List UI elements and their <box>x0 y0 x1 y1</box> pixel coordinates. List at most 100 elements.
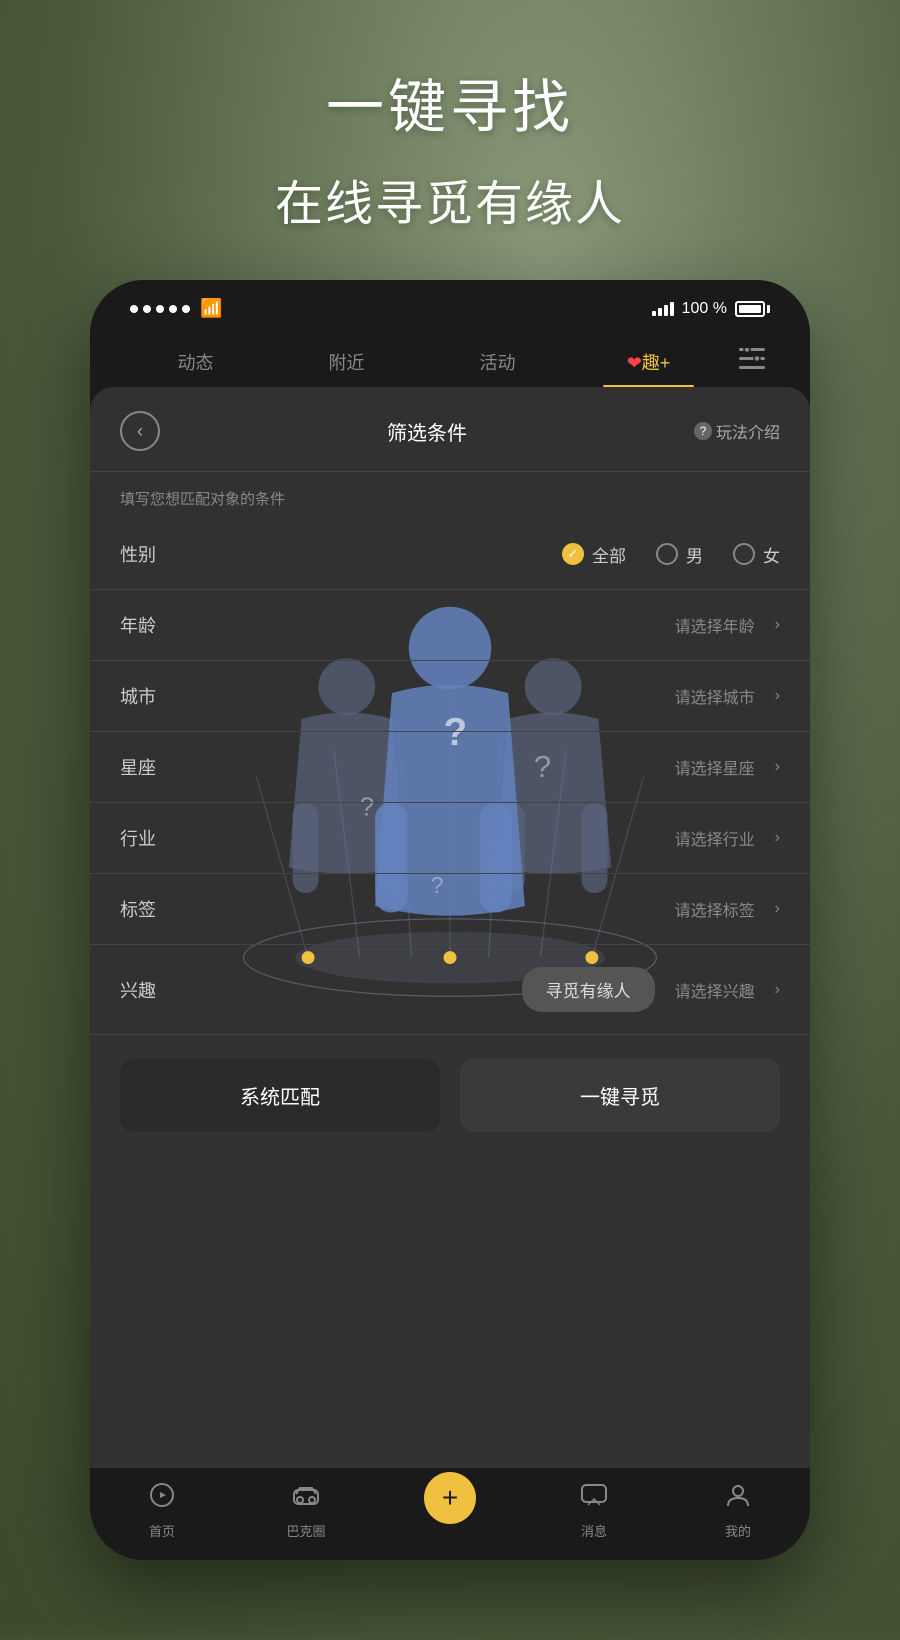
bottom-tabbar: 首页 巴克圈 + <box>90 1467 810 1560</box>
tag-chevron: › <box>775 900 780 918</box>
tag-label: 标签 <box>120 896 190 922</box>
bar2 <box>658 308 662 316</box>
message-icon <box>580 1482 608 1515</box>
nav-tab-qu[interactable]: ❤趣+ <box>573 337 724 387</box>
radio-all[interactable]: ✓ <box>562 543 584 565</box>
tabbar-home[interactable]: 首页 <box>90 1482 234 1540</box>
tabbar-plus[interactable]: + <box>378 1482 522 1540</box>
city-placeholder: 请选择城市 <box>675 684 755 708</box>
status-bar: 📶 100 % <box>90 280 810 327</box>
industry-chevron: › <box>775 829 780 847</box>
mine-icon <box>725 1482 751 1515</box>
bottom-buttons: 系统匹配 一键寻觅 <box>90 1035 810 1162</box>
radio-female[interactable] <box>733 543 755 565</box>
hero-line2: 在线寻觅有缘人 <box>0 164 900 234</box>
dot5 <box>182 305 190 313</box>
interest-chevron: › <box>775 981 780 999</box>
dot4 <box>169 305 177 313</box>
dot2 <box>143 305 151 313</box>
tabbar-mine[interactable]: 我的 <box>666 1482 810 1540</box>
wifi-icon: 📶 <box>200 298 222 319</box>
phone-frame: 📶 100 % 动态 <box>90 280 810 1560</box>
modal-title: 筛选条件 <box>160 417 694 446</box>
bar3 <box>664 305 668 316</box>
city-right: 请选择城市 › <box>190 684 780 708</box>
nav-tab-fujin[interactable]: 附近 <box>271 337 422 387</box>
hero-section: 一键寻找 在线寻觅有缘人 <box>0 60 900 234</box>
filter-content: ? ? ? ? 性别 ✓ 全部 <box>90 519 810 1035</box>
age-placeholder: 请选择年龄 <box>675 613 755 637</box>
interest-tag[interactable]: 寻觅有缘人 <box>522 967 655 1012</box>
city-label: 城市 <box>120 683 190 709</box>
constellation-chevron: › <box>775 758 780 776</box>
gender-row: 性别 ✓ 全部 男 <box>90 519 810 590</box>
battery-fill <box>739 305 761 313</box>
age-label: 年龄 <box>120 612 190 638</box>
help-icon: ? <box>694 422 712 440</box>
gender-all[interactable]: ✓ 全部 <box>562 542 626 567</box>
age-right: 请选择年龄 › <box>190 613 780 637</box>
battery-tip <box>767 305 770 313</box>
help-label: 玩法介绍 <box>716 419 780 443</box>
radio-male[interactable] <box>656 543 678 565</box>
heart-icon: ❤ <box>627 353 642 373</box>
city-chevron: › <box>775 687 780 705</box>
help-link[interactable]: ? 玩法介绍 <box>694 419 780 443</box>
mine-label: 我的 <box>725 1521 751 1540</box>
one-key-search-button[interactable]: 一键寻觅 <box>460 1059 780 1132</box>
gender-male[interactable]: 男 <box>656 542 703 567</box>
age-chevron: › <box>775 616 780 634</box>
back-button[interactable]: ‹ <box>120 411 160 451</box>
gender-options: ✓ 全部 男 女 <box>190 542 780 567</box>
constellation-row[interactable]: 星座 请选择星座 › <box>90 732 810 803</box>
home-icon <box>149 1482 175 1515</box>
constellation-label: 星座 <box>120 754 190 780</box>
battery-percent: 100 % <box>682 300 727 318</box>
status-left: 📶 <box>130 298 222 319</box>
gender-male-label: 男 <box>686 542 703 567</box>
hero-line1: 一键寻找 <box>0 60 900 144</box>
interest-placeholder: 请选择兴趣 <box>675 978 755 1002</box>
message-label: 消息 <box>581 1521 607 1540</box>
battery-body <box>735 301 765 317</box>
battery-icon <box>735 301 770 317</box>
constellation-right: 请选择星座 › <box>190 755 780 779</box>
industry-right: 请选择行业 › <box>190 826 780 850</box>
bar1 <box>652 311 656 316</box>
interest-label: 兴趣 <box>120 977 190 1003</box>
top-navigation: 动态 附近 活动 ❤趣+ <box>90 327 810 387</box>
bakequan-label: 巴克圈 <box>286 1521 325 1540</box>
modal-header: ‹ 筛选条件 ? 玩法介绍 <box>90 387 810 472</box>
check-mark: ✓ <box>568 546 579 562</box>
status-right: 100 % <box>652 300 770 318</box>
home-label: 首页 <box>149 1521 175 1540</box>
gender-label: 性别 <box>120 541 190 567</box>
modal-subtitle: 填写您想匹配对象的条件 <box>90 472 810 519</box>
tag-row[interactable]: 标签 请选择标签 › <box>90 874 810 945</box>
gender-female-label: 女 <box>763 542 780 567</box>
age-row[interactable]: 年龄 请选择年龄 › <box>90 590 810 661</box>
dot3 <box>156 305 164 313</box>
tabbar-message[interactable]: 消息 <box>522 1482 666 1540</box>
interest-row[interactable]: 兴趣 寻觅有缘人 请选择兴趣 › <box>90 945 810 1035</box>
nav-tab-huodong[interactable]: 活动 <box>422 337 573 387</box>
industry-row[interactable]: 行业 请选择行业 › <box>90 803 810 874</box>
nav-tab-dongtai[interactable]: 动态 <box>120 337 271 387</box>
tag-right: 请选择标签 › <box>190 897 780 921</box>
system-match-button[interactable]: 系统匹配 <box>120 1059 440 1132</box>
signal-bars-icon <box>652 302 674 316</box>
constellation-placeholder: 请选择星座 <box>675 755 755 779</box>
filter-button[interactable] <box>724 338 780 386</box>
interest-right: 寻觅有缘人 请选择兴趣 › <box>190 967 780 1012</box>
industry-placeholder: 请选择行业 <box>675 826 755 850</box>
bar4 <box>670 302 674 316</box>
dot1 <box>130 305 138 313</box>
gender-female[interactable]: 女 <box>733 542 780 567</box>
plus-button[interactable]: + <box>424 1472 476 1524</box>
tag-placeholder: 请选择标签 <box>675 897 755 921</box>
gender-all-label: 全部 <box>592 542 626 567</box>
tabbar-bakequan[interactable]: 巴克圈 <box>234 1482 378 1540</box>
city-row[interactable]: 城市 请选择城市 › <box>90 661 810 732</box>
industry-label: 行业 <box>120 825 190 851</box>
bakequan-icon <box>292 1482 320 1515</box>
